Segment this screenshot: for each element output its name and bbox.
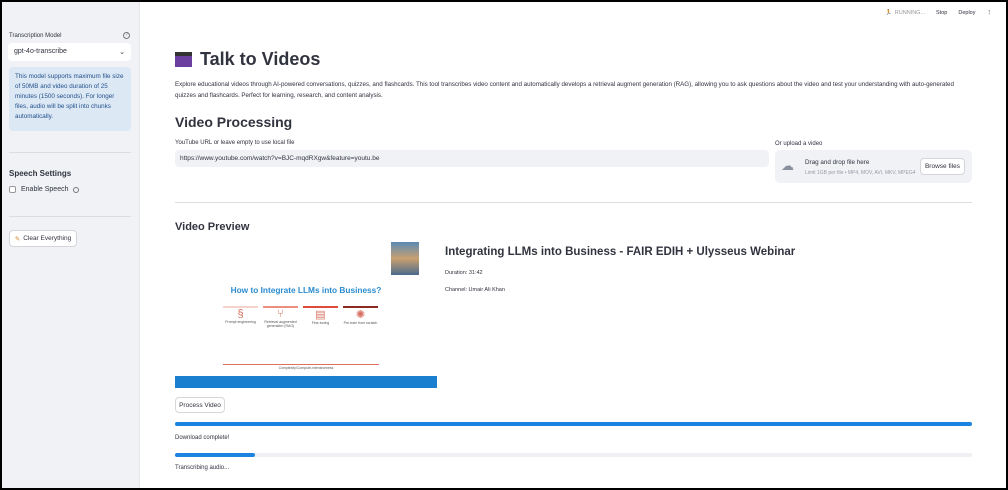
sidebar: Transcription Model ? gpt-4o-transcribe ⌄… (2, 2, 140, 488)
download-status: Download complete! (175, 435, 230, 441)
process-video-button[interactable]: Process Video (175, 397, 225, 413)
running-icon: 🏃 (884, 10, 892, 16)
help-icon[interactable]: ? (123, 32, 130, 39)
browse-files-button[interactable]: Browse files (920, 158, 965, 175)
model-value: gpt-4o-transcribe (14, 48, 67, 55)
drop-text: Drag and drop file here (805, 159, 870, 166)
chevron-down-icon: ⌄ (119, 49, 125, 56)
transcription-progress-bar (175, 453, 972, 457)
upload-label: Or upload a video (775, 141, 823, 147)
model-select[interactable]: gpt-4o-transcribe ⌄ (8, 43, 131, 61)
progress-fill (175, 453, 255, 457)
video-title: Integrating LLMs into Business - FAIR ED… (445, 246, 796, 258)
header: 🏃 RUNNING... Stop Deploy ⋮ (885, 10, 992, 16)
stop-button[interactable]: Stop (936, 10, 947, 16)
broom-icon: ✎ (14, 235, 21, 243)
speaker-webcam (391, 242, 419, 275)
cloud-upload-icon: ☁ (781, 158, 794, 173)
clear-label: Clear Everything (23, 235, 72, 242)
drop-limit: Limit 1GB per file • MP4, MOV, AVI, MKV,… (805, 170, 916, 176)
clapper-icon (175, 52, 192, 67)
video-thumbnail[interactable]: How to Integrate LLMs into Business? § Pr… (175, 242, 437, 388)
status: RUNNING... (894, 10, 926, 16)
enable-speech-checkbox[interactable]: Enable Speech (9, 186, 80, 193)
processing-title: Video Processing (175, 114, 293, 130)
transcription-status: Transcribing audio... (175, 465, 230, 471)
clear-everything-button[interactable]: ✎ Clear Everything (9, 230, 77, 247)
video-duration: Duration: 31:42 (445, 270, 483, 276)
thumb-item: Fine-tuning (311, 321, 330, 325)
page-title: Talk to Videos (200, 49, 321, 69)
thumb-item: Pre-train from scratch (343, 321, 378, 325)
progress-fill (175, 422, 972, 426)
download-progress-bar (175, 422, 972, 426)
thumb-item: Retrieval augmented generation (RAG) (264, 320, 297, 328)
model-label: Transcription Model (9, 33, 62, 39)
main: 🏃 RUNNING... Stop Deploy ⋮ Talk to Video… (141, 2, 1006, 488)
url-label: YouTube URL or leave empty to use local … (175, 140, 295, 146)
url-input[interactable]: https://www.youtube.com/watch?v=BJC-mqdR… (175, 150, 769, 167)
thumb-footer (175, 376, 437, 388)
deploy-button[interactable]: Deploy (958, 10, 975, 16)
help-icon[interactable] (73, 186, 80, 193)
menu-icon[interactable]: ⋮ (987, 10, 993, 16)
description: Explore educational videos through AI-po… (175, 81, 954, 99)
checkbox-icon[interactable] (9, 186, 16, 193)
file-dropzone[interactable]: ☁ Drag and drop file here Limit 1GB per … (775, 150, 972, 183)
thumb-heading: How to Integrate LLMs into Business? (230, 285, 382, 295)
thumb-axis: Complexity/Compute-intensiveness (278, 366, 334, 370)
model-info: This model supports maximum file size of… (9, 67, 131, 131)
thumb-item: Prompt engineering (225, 320, 256, 324)
enable-speech-label: Enable Speech (21, 186, 69, 193)
video-channel: Channel: Umair Ali Khan (445, 287, 505, 293)
thumb-items: § Prompt engineering ⑂ Retrieval augmented… (223, 306, 378, 328)
speech-settings-title: Speech Settings (9, 169, 72, 178)
preview-title: Video Preview (175, 221, 250, 233)
